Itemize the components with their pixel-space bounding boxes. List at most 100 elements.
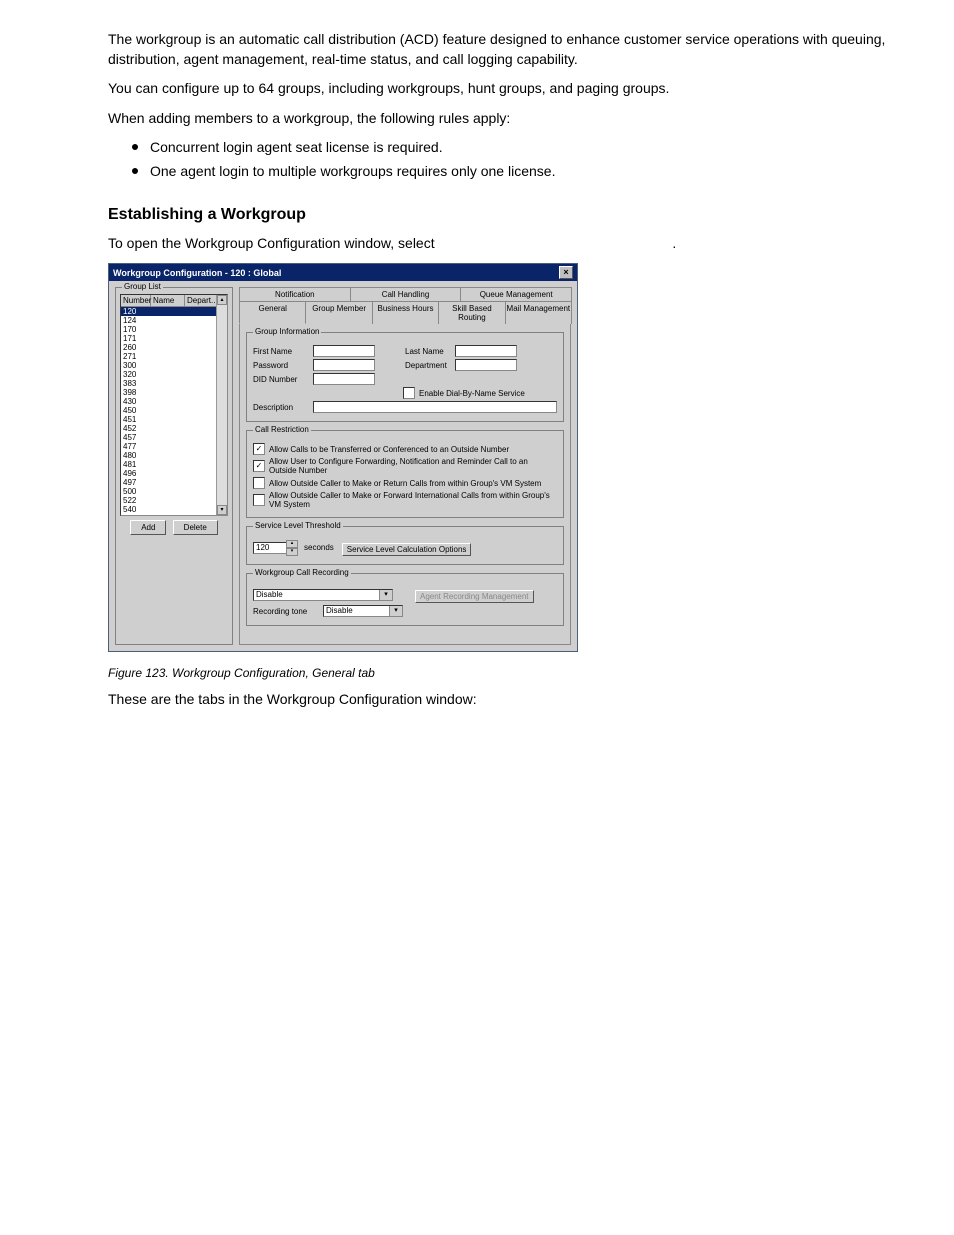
table-row[interactable]: 496: [121, 469, 227, 478]
list-item-text: Concurrent login agent seat license is r…: [150, 138, 443, 158]
cell-number: 500: [123, 487, 151, 496]
spin-down-icon[interactable]: ▾: [286, 548, 298, 556]
table-row[interactable]: 477: [121, 442, 227, 451]
table-row[interactable]: 171: [121, 334, 227, 343]
cell-name: [151, 433, 185, 442]
service-level-options-button[interactable]: Service Level Calculation Options: [342, 543, 472, 556]
tab-notification[interactable]: Notification: [239, 287, 351, 301]
tab-group-member[interactable]: Group Member: [305, 301, 372, 324]
threshold-value[interactable]: 120: [253, 542, 287, 554]
cell-number: 171: [123, 334, 151, 343]
tab-queue-management[interactable]: Queue Management: [460, 287, 572, 301]
cell-number: 271: [123, 352, 151, 361]
tab-skill-routing[interactable]: Skill Based Routing: [438, 301, 505, 324]
cell-number: 542: [123, 514, 151, 516]
cell-number: 398: [123, 388, 151, 397]
cell-number: 481: [123, 460, 151, 469]
list-item-text: One agent login to multiple workgroups r…: [150, 162, 555, 182]
group-list-table[interactable]: Number Name Depart... 120124170171260271…: [120, 294, 228, 516]
table-row[interactable]: 430: [121, 397, 227, 406]
tab-row-top: Notification Call Handling Queue Managem…: [239, 287, 571, 301]
table-row[interactable]: 300: [121, 361, 227, 370]
threshold-spinner[interactable]: 120 ▴ ▾: [253, 540, 298, 556]
restrict-opt3-checkbox[interactable]: [253, 477, 265, 489]
table-row[interactable]: 271: [121, 352, 227, 361]
scrollbar[interactable]: ▴ ▾: [216, 295, 227, 515]
col-name[interactable]: Name: [151, 295, 185, 306]
did-number-label: DID Number: [253, 375, 313, 384]
table-row[interactable]: 260: [121, 343, 227, 352]
add-button[interactable]: Add: [130, 520, 166, 535]
scroll-down-icon[interactable]: ▾: [217, 505, 227, 515]
cell-name: [151, 397, 185, 406]
bullet-icon: [132, 144, 138, 150]
recording-mode-select[interactable]: Disable: [253, 589, 393, 601]
enable-dial-label: Enable Dial-By-Name Service: [419, 389, 525, 398]
scroll-up-icon[interactable]: ▴: [217, 295, 227, 305]
last-name-field[interactable]: [455, 345, 517, 357]
figure-caption: Figure 123. Workgroup Configuration, Gen…: [108, 666, 894, 680]
table-row[interactable]: 480: [121, 451, 227, 460]
password-field[interactable]: [313, 359, 375, 371]
table-row[interactable]: 320: [121, 370, 227, 379]
restrict-opt1-checkbox[interactable]: ✓: [253, 443, 265, 455]
cell-number: 170: [123, 325, 151, 334]
paragraph: The workgroup is an automatic call distr…: [108, 30, 894, 69]
cell-name: [151, 406, 185, 415]
cell-number: 300: [123, 361, 151, 370]
table-row[interactable]: 452: [121, 424, 227, 433]
col-number[interactable]: Number: [121, 295, 151, 306]
table-row[interactable]: 451: [121, 415, 227, 424]
spin-up-icon[interactable]: ▴: [286, 540, 298, 548]
table-row[interactable]: 383: [121, 379, 227, 388]
tab-container: Notification Call Handling Queue Managem…: [237, 281, 577, 651]
table-row[interactable]: 497: [121, 478, 227, 487]
tab-business-hours[interactable]: Business Hours: [372, 301, 439, 324]
workgroup-config-window: Workgroup Configuration - 120 : Global ×…: [108, 263, 578, 652]
table-row[interactable]: 481: [121, 460, 227, 469]
list-item: Concurrent login agent seat license is r…: [108, 138, 894, 158]
cell-name: [151, 325, 185, 334]
bullet-list: Concurrent login agent seat license is r…: [108, 138, 894, 181]
service-level-legend: Service Level Threshold: [253, 521, 343, 530]
restrict-opt1-label: Allow Calls to be Transferred or Confere…: [269, 445, 509, 454]
cell-number: 260: [123, 343, 151, 352]
tab-mail-management[interactable]: Mail Management: [505, 301, 572, 324]
table-row[interactable]: 522: [121, 496, 227, 505]
description-field[interactable]: [313, 401, 557, 413]
delete-button[interactable]: Delete: [173, 520, 218, 535]
table-row[interactable]: 457: [121, 433, 227, 442]
cell-name: [151, 307, 185, 316]
close-icon[interactable]: ×: [559, 266, 573, 279]
table-row[interactable]: 124: [121, 316, 227, 325]
tab-general[interactable]: General: [239, 301, 306, 324]
cell-name: [151, 424, 185, 433]
first-name-field[interactable]: [313, 345, 375, 357]
cell-name: [151, 388, 185, 397]
enable-dial-checkbox[interactable]: [403, 387, 415, 399]
tab-body-general: Group Information First Name Last Name P…: [239, 323, 571, 645]
table-row[interactable]: 120: [121, 307, 227, 316]
table-row[interactable]: 450: [121, 406, 227, 415]
paragraph: You can configure up to 64 groups, inclu…: [108, 79, 894, 99]
table-row[interactable]: 542: [121, 514, 227, 516]
cell-name: [151, 505, 185, 514]
table-row[interactable]: 540: [121, 505, 227, 514]
table-row[interactable]: 170: [121, 325, 227, 334]
bullet-icon: [132, 168, 138, 174]
cell-name: [151, 460, 185, 469]
restrict-opt4-checkbox[interactable]: [253, 494, 265, 506]
table-row[interactable]: 398: [121, 388, 227, 397]
department-field[interactable]: [455, 359, 517, 371]
table-row[interactable]: 500: [121, 487, 227, 496]
agent-recording-button[interactable]: Agent Recording Management: [415, 590, 534, 603]
list-item: One agent login to multiple workgroups r…: [108, 162, 894, 182]
recording-tone-select[interactable]: Disable: [323, 605, 403, 617]
tab-call-handling[interactable]: Call Handling: [350, 287, 462, 301]
did-number-field[interactable]: [313, 373, 375, 385]
restrict-opt2-checkbox[interactable]: ✓: [253, 460, 265, 472]
group-list-legend: Group List: [122, 282, 163, 291]
cell-name: [151, 469, 185, 478]
cell-number: 451: [123, 415, 151, 424]
cell-name: [151, 451, 185, 460]
